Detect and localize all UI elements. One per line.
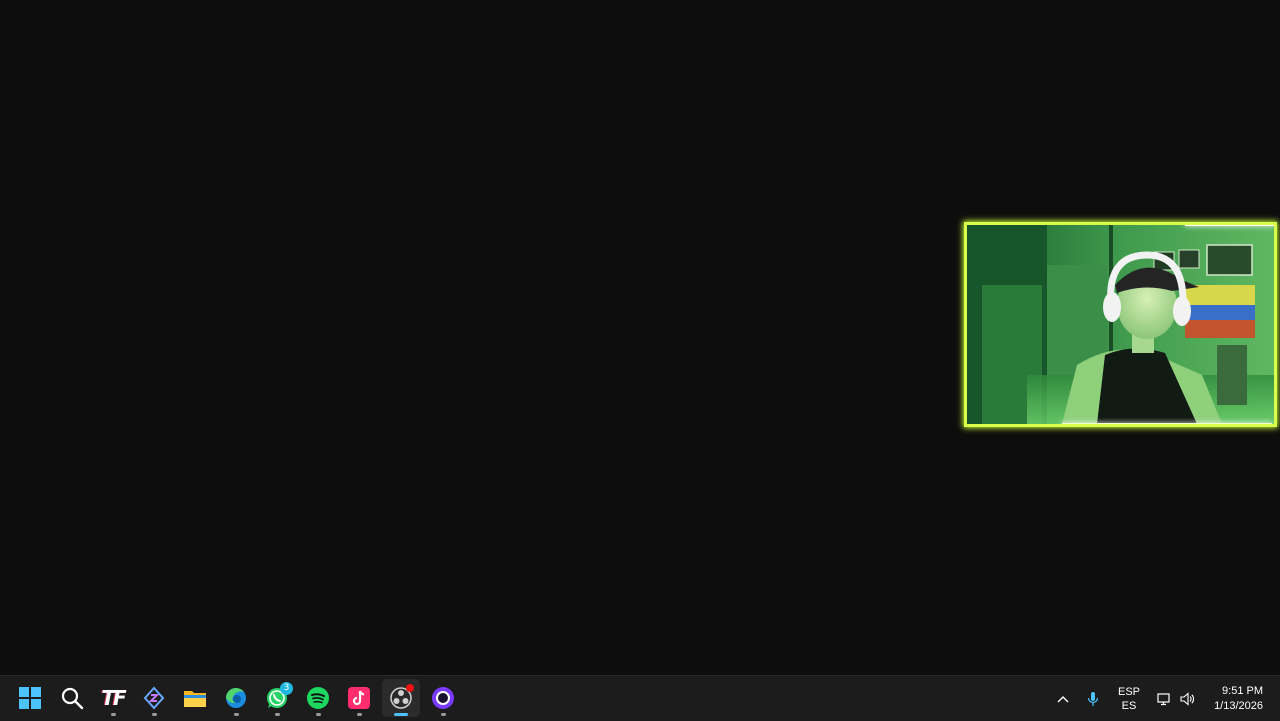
tiktok-icon: [348, 687, 370, 709]
taskbar-app-linear[interactable]: [135, 679, 173, 717]
webcam-overlay: [964, 222, 1277, 427]
chevron-up-icon: [1057, 695, 1069, 702]
volume-button[interactable]: [1178, 676, 1196, 721]
windows-logo-icon: [19, 687, 41, 709]
running-indicator: [152, 713, 157, 716]
microphone-icon: [1087, 691, 1099, 706]
webcam-frame-highlight: [1185, 225, 1274, 226]
ring-app-icon: [432, 687, 454, 709]
language-code: ESP: [1117, 686, 1140, 698]
running-indicator: [234, 713, 239, 716]
network-icon: [1157, 692, 1170, 705]
running-indicator: [275, 713, 280, 716]
running-indicator: [441, 713, 446, 716]
taskbar-app-tf[interactable]: TF: [94, 679, 132, 717]
taskbar-app-tiktok[interactable]: [340, 679, 378, 717]
notification-badge: 3: [280, 682, 293, 695]
keyboard-layout: ES: [1121, 700, 1137, 712]
running-indicator: [316, 713, 321, 716]
running-indicator: [357, 713, 362, 716]
show-hidden-icons-button[interactable]: [1054, 676, 1072, 721]
taskbar-app-file-explorer[interactable]: [176, 679, 214, 717]
input-language-button[interactable]: ESP ES: [1113, 685, 1145, 713]
taskbar-app-edge[interactable]: [217, 679, 255, 717]
start-button[interactable]: [11, 679, 49, 717]
webcam-feed-image: [967, 225, 1274, 424]
taskbar-app-whatsapp[interactable]: 3: [258, 679, 296, 717]
linear-app-icon: [143, 686, 165, 710]
taskbar-app-ring[interactable]: [424, 679, 462, 717]
clock-date: 1/13/2026: [1214, 700, 1263, 712]
webcam-frame-highlight: [1062, 423, 1272, 424]
recording-indicator: [406, 684, 414, 692]
search-button[interactable]: [53, 679, 91, 717]
running-indicator: [111, 713, 116, 716]
folder-icon: [184, 691, 206, 707]
tf-app-icon: TF: [101, 686, 126, 710]
spotify-icon: [307, 687, 329, 709]
edge-icon: [226, 688, 246, 708]
clock-time: 9:51 PM: [1222, 685, 1263, 697]
network-button[interactable]: [1155, 676, 1173, 721]
search-icon: [61, 687, 84, 710]
speaker-icon: [1180, 691, 1194, 706]
taskbar: TF 3 ESP ES 9:51 PM 1/13/2026: [0, 675, 1280, 721]
microphone-in-use-button[interactable]: [1084, 676, 1102, 721]
clock-button[interactable]: 9:51 PM 1/13/2026: [1205, 684, 1263, 714]
taskbar-app-obs[interactable]: [382, 679, 420, 717]
active-indicator: [394, 713, 408, 716]
taskbar-app-spotify[interactable]: [299, 679, 337, 717]
